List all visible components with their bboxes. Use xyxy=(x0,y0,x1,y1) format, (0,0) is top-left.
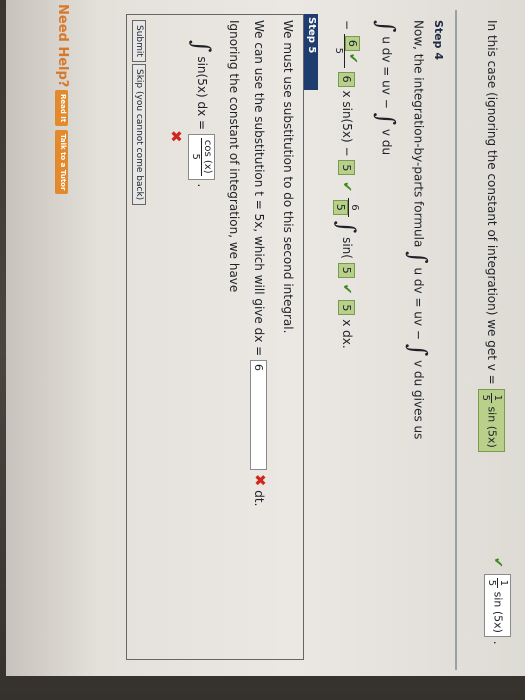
v-num: 1 xyxy=(491,392,503,403)
read-it-button[interactable]: Read It xyxy=(55,90,68,127)
dx-end: dx. xyxy=(340,330,354,349)
result-func: sin (5x) xyxy=(491,591,505,633)
skip-button[interactable]: Skip (you cannot come back) xyxy=(132,64,146,206)
dt-text: dt. xyxy=(252,490,266,507)
submit-button[interactable]: Submit xyxy=(132,20,146,62)
step5-integral: ∫ sin(5x) dx = cos (x) 5 . xyxy=(187,40,216,188)
step-formula: u dv = uv − xyxy=(379,36,394,109)
answer-box-4[interactable]: 5 xyxy=(333,199,348,215)
result-period: . xyxy=(491,640,505,645)
v-result-box: 15 sin (5x) xyxy=(484,573,511,637)
divider xyxy=(455,10,457,670)
talk-tutor-button[interactable]: Talk to a Tutor xyxy=(55,130,68,195)
sin-open: sin( xyxy=(340,237,354,259)
gives-us-text: gives us xyxy=(411,390,426,440)
check-icon: ✔ xyxy=(339,283,354,295)
photo-background: In this case (ignoring the constant of i… xyxy=(0,0,525,700)
integral-expr: sin(5x) dx = xyxy=(195,56,209,131)
answer-wrong-mark: ✖ xyxy=(167,130,185,143)
integral-icon: ∫ xyxy=(404,251,432,264)
expr-minus: − xyxy=(340,20,354,31)
step5-panel xyxy=(126,14,304,660)
step4-label: Step 4 xyxy=(432,20,445,60)
ibp-formula: u dv = uv − xyxy=(411,267,426,340)
screen: In this case (ignoring the constant of i… xyxy=(6,0,525,676)
coef-num-2: 6 xyxy=(348,197,360,217)
integral-answer-box[interactable]: cos (x) 5 xyxy=(188,133,215,180)
top-sentence: In this case (ignoring the constant of i… xyxy=(485,20,499,385)
step5-line2: We can use the substitution t = 5x, whic… xyxy=(250,20,269,506)
answer-period: . xyxy=(195,183,209,188)
coef-frac-2: 6 5 xyxy=(333,197,360,217)
substitution-text: We can use the substitution xyxy=(252,20,266,188)
step4-expression: − 6✔ 5 6 x sin(5x) − 5 ✔ 6 5 ∫ sin( 5 ✔ … xyxy=(332,20,361,349)
substitution-detail: t = 5x, which will give dx = xyxy=(252,191,266,357)
step5-line3: Ignoring the constant of integration, we… xyxy=(227,20,241,293)
answer-box-2[interactable]: 6 xyxy=(338,71,355,87)
v-den: 5 xyxy=(480,394,491,401)
v-answer-box[interactable]: 15 sin (5x) xyxy=(478,388,505,452)
step4-line1: Now, the integration-by-parts formula ∫ … xyxy=(404,20,432,440)
coef-den-1: 5 xyxy=(333,47,344,55)
step4-formula-line: ∫ u dv = uv − ∫ v du xyxy=(372,20,400,156)
top-result: ✔ 15 sin (5x) . xyxy=(484,555,511,645)
check-icon: ✔ xyxy=(345,52,361,64)
step4-intro: Now, the integration-by-parts formula xyxy=(411,20,426,248)
answer-box-1[interactable]: 6 xyxy=(345,35,360,51)
problem-page: In this case (ignoring the constant of i… xyxy=(25,0,525,676)
step5-label: Step 5 xyxy=(306,17,317,54)
x-sin-text: x sin(5x) − xyxy=(340,90,354,157)
coef-frac-1: 6✔ 5 xyxy=(333,33,361,68)
integral-icon: ∫ xyxy=(404,343,432,357)
answer-den: 5 xyxy=(190,153,201,160)
integral-icon: ∫ xyxy=(372,112,400,126)
answer-box-6[interactable]: 5 xyxy=(338,300,355,316)
answer-box-3[interactable]: 5 xyxy=(338,160,355,176)
step-formula-tail: v du xyxy=(379,128,394,156)
v-func: sin (5x) xyxy=(485,406,499,448)
x-close: x xyxy=(340,319,354,327)
answer-box-5[interactable]: 5 xyxy=(338,262,355,278)
check-icon: ✔ xyxy=(339,181,354,193)
wrong-x-icon: ✖ xyxy=(167,130,185,143)
wrong-x-icon: ✖ xyxy=(251,473,269,487)
integral-icon: ∫ xyxy=(332,220,361,234)
top-line: In this case (ignoring the constant of i… xyxy=(478,20,505,452)
dx-input[interactable]: 6 xyxy=(250,360,267,471)
integral-icon: ∫ xyxy=(372,20,400,33)
result-den: 5 xyxy=(486,579,497,587)
result-num: 1 xyxy=(497,577,509,589)
need-help-label: Need Help? xyxy=(55,4,70,88)
answer-num: cos (x) xyxy=(201,137,213,176)
integral-icon: ∫ xyxy=(187,40,216,53)
check-icon: ✔ xyxy=(490,557,505,568)
step5-line1: We must use substitution to do this seco… xyxy=(281,20,295,334)
ibp-formula-tail: v du xyxy=(411,360,426,387)
